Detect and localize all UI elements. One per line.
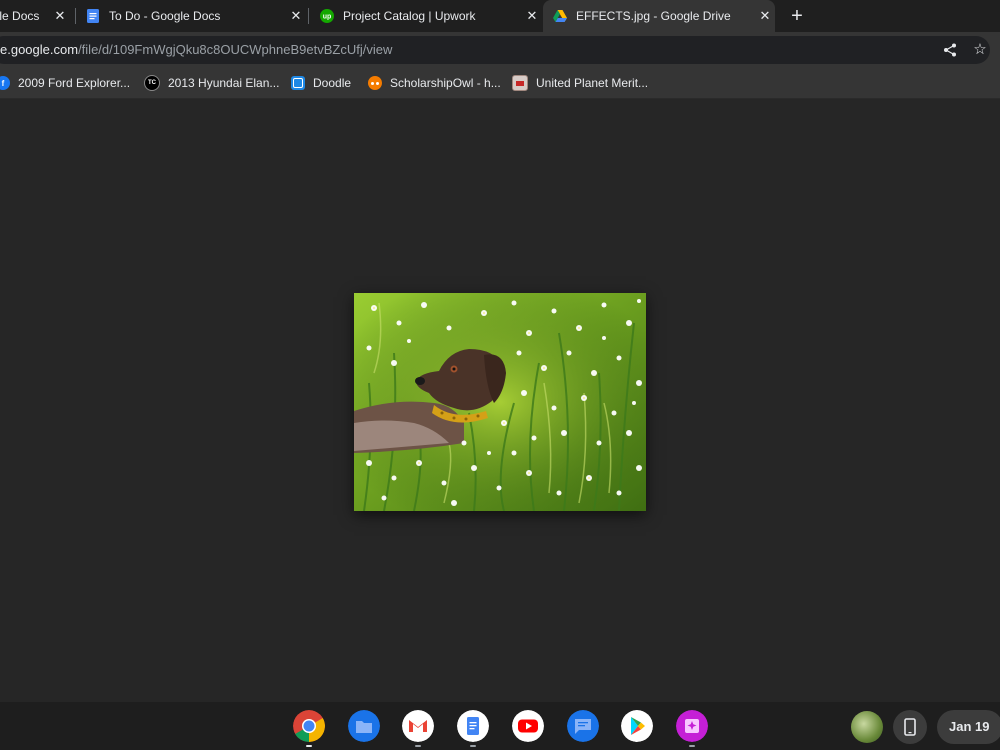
tab-title: Google Docs [0, 9, 40, 23]
svg-text:up: up [323, 14, 332, 21]
os-shelf: Jan 19 [0, 702, 1000, 750]
bookmark-ford-explorer[interactable]: f 2009 Ford Explorer... [0, 68, 130, 98]
gmail-icon[interactable] [402, 710, 434, 742]
running-indicator [689, 745, 695, 747]
facebook-icon: f [0, 76, 10, 90]
tab-project-catalog[interactable]: up Project Catalog | Upwork ✕ [310, 0, 542, 32]
doodle-icon [291, 76, 305, 90]
close-icon[interactable]: ✕ [50, 8, 70, 24]
painting-artwork [354, 293, 646, 511]
dog-painting-image[interactable] [354, 293, 646, 511]
tab-title: To Do - Google Docs [109, 9, 221, 23]
google-drive-icon [553, 10, 567, 22]
new-tab-plus-icon[interactable]: + [786, 4, 808, 28]
bookmark-label: United Planet Merit... [536, 76, 649, 90]
tab-title: Project Catalog | Upwork [343, 9, 476, 23]
chrome-icon[interactable] [293, 710, 325, 742]
tab-strip: Google Docs ✕ To Do - Google Docs ✕ up P… [0, 0, 1000, 32]
tab-effects-drive[interactable]: EFFECTS.jpg - Google Drive ✕ [543, 0, 775, 32]
bookmark-scholarshipowl[interactable]: ScholarshipOwl - h... [368, 68, 501, 98]
tab-separator [308, 8, 309, 24]
close-icon[interactable]: ✕ [522, 8, 542, 24]
running-indicator [415, 745, 421, 747]
bookmarks-bar: f 2009 Ford Explorer... TC 2013 Hyundai … [0, 68, 1000, 99]
star-icon[interactable]: ☆ [966, 36, 994, 64]
bookmark-label: ScholarshipOwl - h... [390, 76, 501, 90]
google-docs-icon [87, 9, 99, 23]
running-indicator [306, 745, 312, 747]
url-host: e.google.com [0, 42, 79, 57]
share-icon[interactable] [936, 36, 964, 64]
bookmark-united-planet[interactable]: United Planet Merit... [512, 68, 648, 98]
owl-icon [368, 76, 382, 90]
bookmark-doodle[interactable]: Doodle [291, 68, 351, 98]
play-store-icon[interactable] [621, 710, 653, 742]
close-icon[interactable]: ✕ [755, 8, 775, 24]
toolbar: e.google.com/file/d/109FmWgjQku8c8OUCWph… [0, 32, 1000, 68]
docs-icon[interactable] [457, 710, 489, 742]
address-bar[interactable]: e.google.com/file/d/109FmWgjQku8c8OUCWph… [0, 36, 990, 64]
user-avatar[interactable] [851, 711, 883, 743]
messages-icon[interactable] [567, 710, 599, 742]
tab-to-do[interactable]: To Do - Google Docs ✕ [76, 0, 306, 32]
url-path: /file/d/109FmWgjQku8c8OUCWphneB9etvBZcUf… [78, 42, 393, 57]
tab-google-docs[interactable]: Google Docs ✕ [0, 0, 70, 32]
upwork-icon: up [320, 9, 334, 23]
close-icon[interactable]: ✕ [286, 8, 306, 24]
date-status[interactable]: Jan 19 [937, 710, 1000, 744]
bookmark-label: 2013 Hyundai Elan... [168, 76, 280, 90]
bookmark-label: Doodle [313, 76, 352, 90]
url-text: e.google.com/file/d/109FmWgjQku8c8OUCWph… [0, 36, 392, 64]
bookmark-label: 2009 Ford Explorer... [18, 76, 131, 90]
image-viewer [0, 99, 1000, 702]
tab-title: EFFECTS.jpg - Google Drive [576, 9, 731, 23]
tc-icon: TC [144, 75, 160, 91]
unitedplanet-icon [512, 75, 528, 91]
bookmark-hyundai-elantra[interactable]: TC 2013 Hyundai Elan... [144, 68, 279, 98]
gallery-icon[interactable] [676, 710, 708, 742]
youtube-icon[interactable] [512, 710, 544, 742]
running-indicator [470, 745, 476, 747]
files-icon[interactable] [348, 710, 380, 742]
phone-hub-icon[interactable] [893, 710, 927, 744]
